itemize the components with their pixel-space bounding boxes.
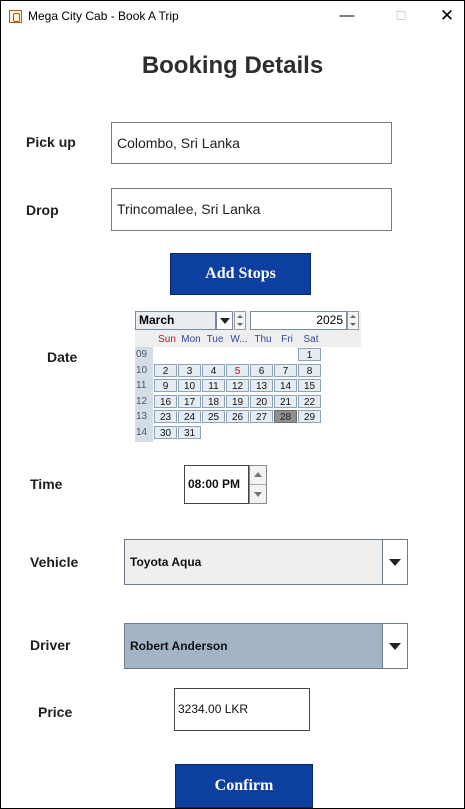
calendar-day[interactable]: 8 [298,363,321,377]
add-stops-button[interactable]: Add Stops [170,253,311,295]
maximize-button[interactable]: ☐ [386,5,416,27]
weekday-header: Sat [303,334,319,345]
calendar-day[interactable]: 30 [154,425,177,439]
calendar-day[interactable]: 18 [202,394,225,408]
calendar-day[interactable]: 29 [298,410,321,423]
drop-label: Drop [26,202,59,218]
month-spinner[interactable] [234,311,246,330]
year-spinner[interactable] [347,311,359,330]
calendar-day[interactable]: 23 [154,410,177,423]
calendar-day[interactable]: 12 [226,379,249,392]
window-title: Mega City Cab - Book A Trip [28,9,179,23]
weekday-header: W... [230,334,248,345]
date-calendar: March 2025 Sun Mon Tue W... Thu Fri Sat 09 1 10 2… [135,311,361,442]
chevron-down-icon[interactable] [382,540,407,584]
vehicle-label: Vehicle [30,554,79,570]
month-select[interactable]: March [135,311,216,330]
calendar-day[interactable]: 27 [250,410,273,423]
weekday-header: Thu [254,334,272,345]
calendar-day[interactable]: 2 [154,363,177,377]
weekday-header: Mon [181,334,201,345]
driver-selected-value: Robert Anderson [130,639,228,653]
spinner-up-icon[interactable] [254,472,262,477]
time-spinner[interactable] [249,465,267,504]
calendar-day[interactable]: 21 [274,394,297,408]
spinner-divider [250,484,266,485]
calendar-day[interactable]: 16 [154,394,177,408]
price-field[interactable]: 3234.00 LKR [174,688,310,731]
year-field[interactable]: 2025 [250,311,347,330]
calendar-day[interactable]: 10 [178,379,201,392]
driver-dropdown[interactable]: Robert Anderson [124,623,408,669]
time-field[interactable]: 08:00 PM [184,465,249,504]
close-button[interactable]: ✕ [432,5,462,27]
driver-label: Driver [30,637,71,653]
page-title: Booking Details [141,52,324,79]
calendar-day[interactable]: 3 [178,363,201,377]
pickup-label: Pick up [26,134,76,150]
title-bar: Mega City Cab - Book A Trip — ☐ ✕ [1,1,464,32]
time-label: Time [30,476,63,492]
calendar-day[interactable]: 19 [226,394,249,408]
chevron-down-icon[interactable] [216,311,233,330]
price-label: Price [38,704,73,720]
calendar-day[interactable]: 6 [250,363,273,377]
calendar-day[interactable]: 24 [178,410,201,423]
calendar-day[interactable]: 9 [154,379,177,392]
week-number: 10 [136,364,148,376]
calendar-day[interactable]: 5 [226,363,249,377]
confirm-button[interactable]: Confirm [175,764,313,808]
spinner-down-icon[interactable] [254,492,262,497]
weekday-header: Tue [206,334,224,345]
week-number: 12 [136,395,148,407]
calendar-day[interactable]: 20 [250,394,273,408]
calendar-day[interactable]: 14 [274,379,297,392]
calendar-day[interactable]: 7 [274,363,297,377]
week-number: 14 [136,426,148,438]
calendar-day[interactable]: 22 [298,394,321,408]
drop-field[interactable]: Trincomalee, Sri Lanka [111,188,392,231]
date-label: Date [47,349,78,365]
week-number: 13 [136,411,148,422]
weekday-header: Sun [158,334,176,345]
calendar-day[interactable]: 13 [250,379,273,392]
vehicle-dropdown[interactable]: Toyota Aqua [124,539,408,585]
calendar-day[interactable]: 31 [178,425,201,439]
booking-window: Mega City Cab - Book A Trip — ☐ ✕ Bookin… [0,0,465,809]
calendar-day[interactable]: 11 [202,379,225,392]
chevron-down-icon[interactable] [382,624,407,668]
calendar-day[interactable]: 17 [178,394,201,408]
calendar-day[interactable]: 4 [202,363,225,377]
calendar-day[interactable]: 25 [202,410,225,423]
calendar-day[interactable]: 15 [298,379,321,392]
pickup-field[interactable]: Colombo, Sri Lanka [111,122,392,164]
weekday-header: Fri [281,334,293,345]
week-number: 09 [136,349,148,360]
vehicle-selected-value: Toyota Aqua [130,555,202,569]
calendar-day[interactable]: 26 [226,410,249,423]
calendar-day[interactable]: 1 [298,348,321,361]
minimize-button[interactable]: — [332,5,362,27]
calendar-day[interactable]: 28 [274,410,297,423]
week-number: 11 [136,380,147,391]
java-app-icon [9,10,22,23]
